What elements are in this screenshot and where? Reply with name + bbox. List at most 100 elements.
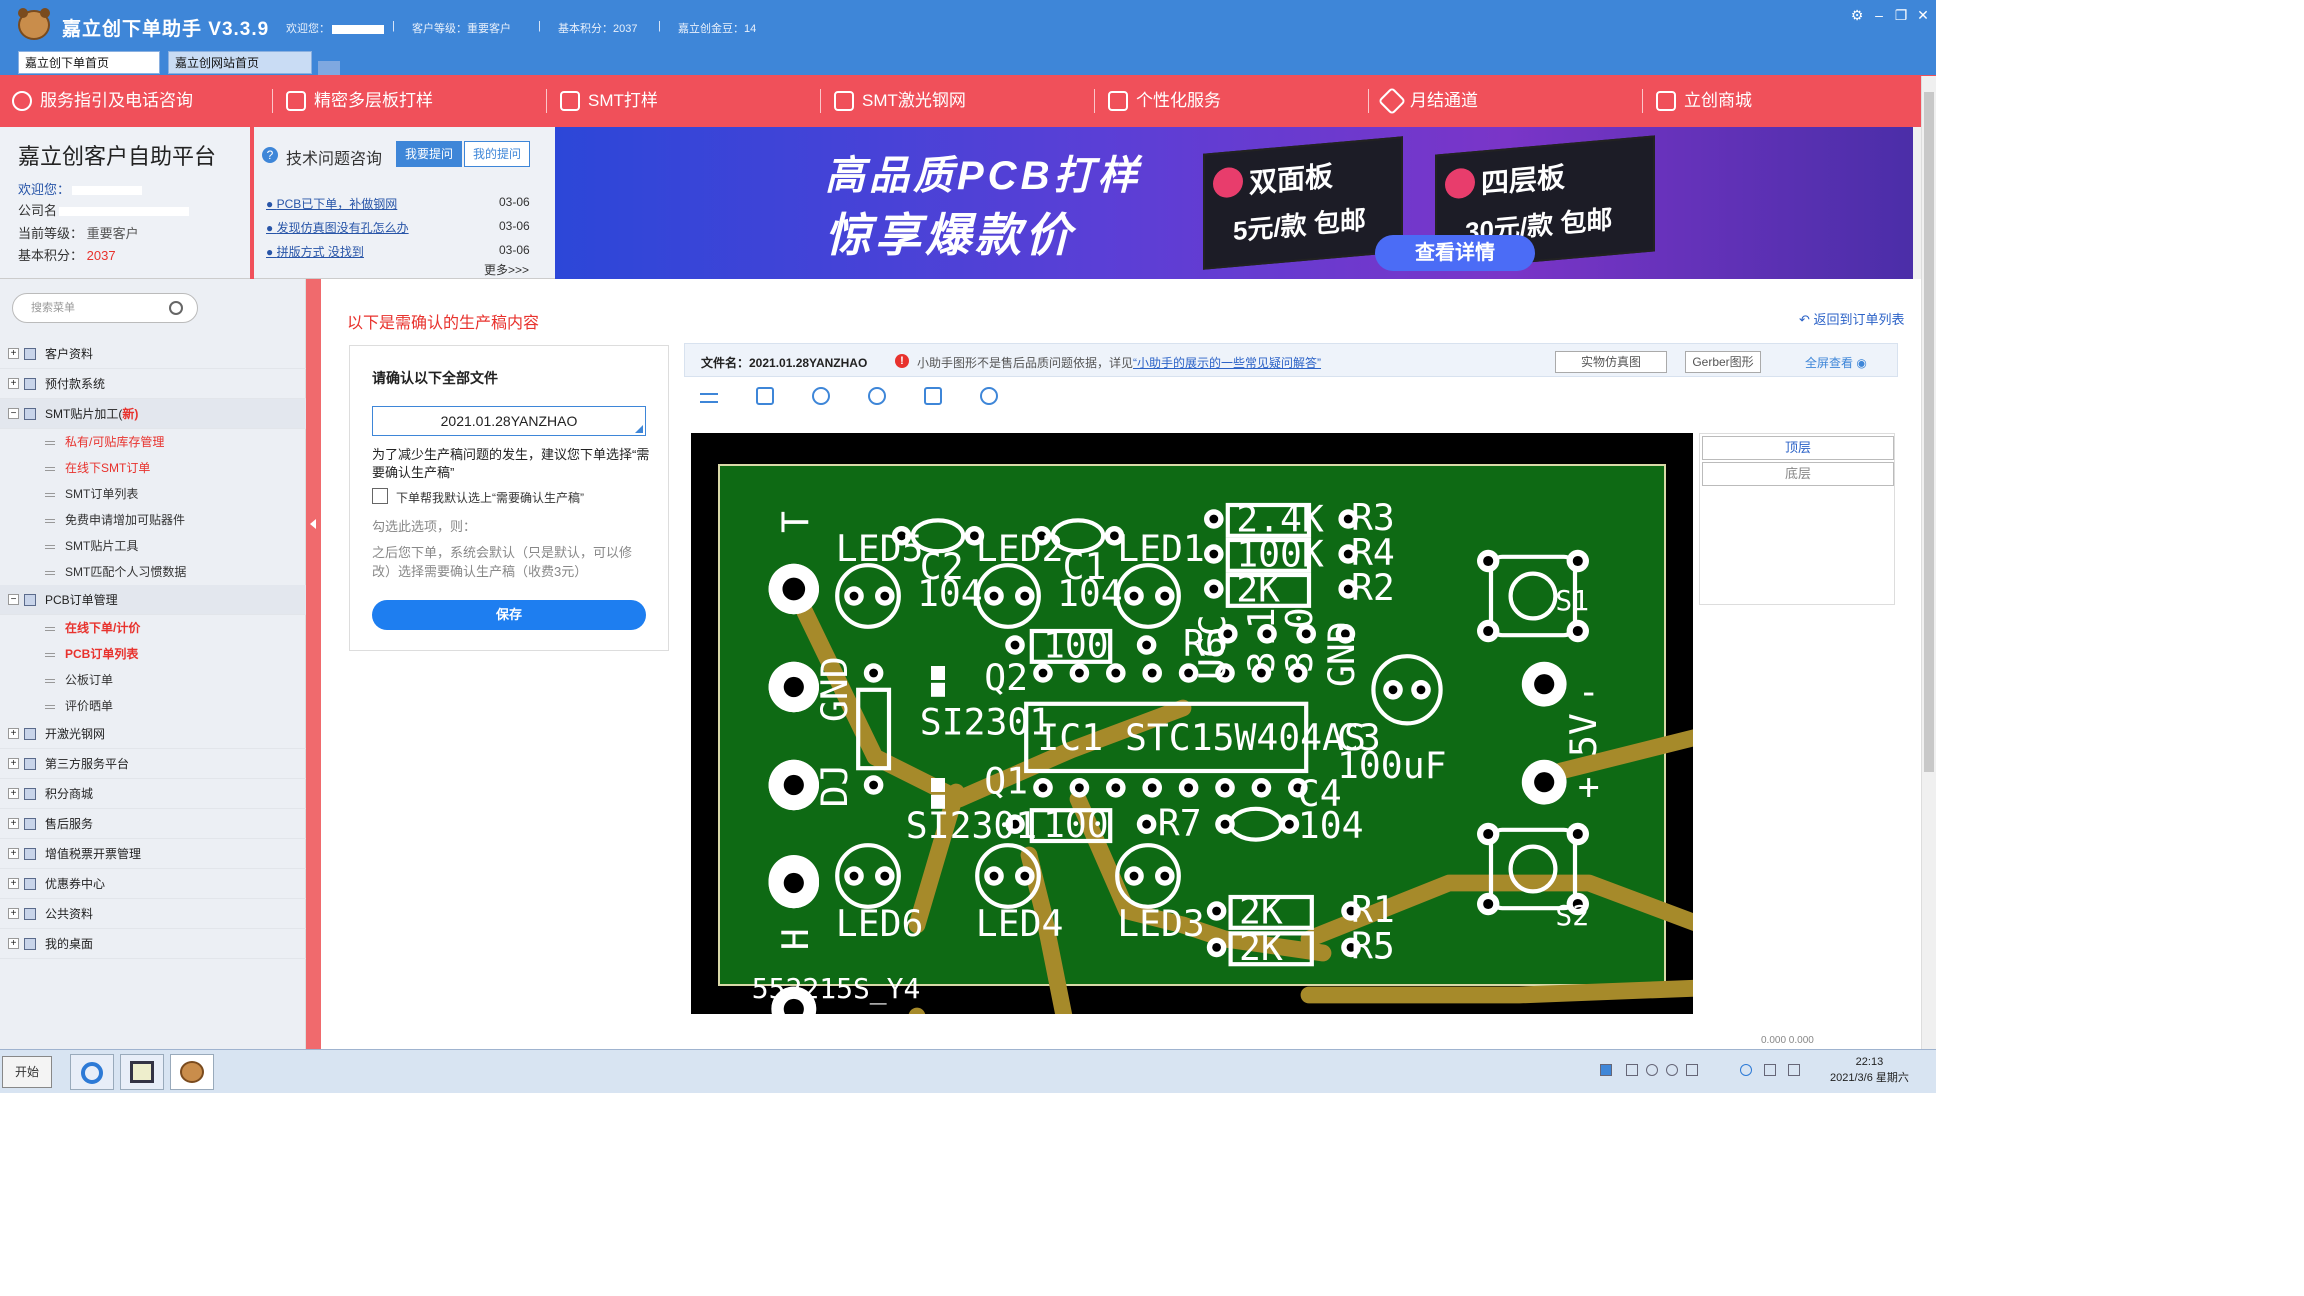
pcb-preview[interactable]: 2.4K 100K 2K 2K 2K 100 100 LED5 LED2 LED1 LED6 LED4… bbox=[691, 433, 1936, 1093]
nav-multilayer[interactable]: 精密多层板打样 bbox=[284, 75, 433, 127]
bear-app-icon[interactable] bbox=[170, 1054, 214, 1090]
tray-icon[interactable] bbox=[1686, 1064, 1698, 1076]
sidebar-group[interactable]: + 积分商城 bbox=[0, 779, 306, 809]
sidebar-group[interactable]: + 增值税票开票管理 bbox=[0, 839, 306, 869]
nav-stencil[interactable]: SMT激光钢网 bbox=[832, 75, 966, 127]
nav-monthly[interactable]: 月结通道 bbox=[1377, 75, 1478, 127]
restore-icon[interactable]: ❐ bbox=[1892, 6, 1910, 24]
expand-icon[interactable]: + bbox=[8, 878, 19, 889]
banner-details-button[interactable]: 查看详情 bbox=[1375, 235, 1535, 271]
zoom-out-icon[interactable] bbox=[868, 387, 886, 405]
promo-banner[interactable]: 高品质PCB打样 惊享爆款价 双面板 5元/款 包邮 四层板 30元/款 包邮 查看… bbox=[555, 127, 1913, 279]
nav-service-guide[interactable]: 服务指引及电话咨询 bbox=[10, 75, 193, 127]
sidebar-subitem[interactable]: 在线下单/计价 bbox=[0, 615, 306, 641]
faq-link[interactable]: ● 拼版方式 没找到 bbox=[266, 243, 364, 260]
pcb-label: 104 bbox=[1298, 804, 1364, 847]
pcb-drill bbox=[1284, 819, 1294, 829]
home-icon[interactable] bbox=[756, 387, 774, 405]
sidebar-group[interactable]: + 公共资料 bbox=[0, 899, 306, 929]
network-icon[interactable] bbox=[1740, 1064, 1752, 1076]
search-icon[interactable] bbox=[169, 301, 183, 315]
scrollbar-thumb[interactable] bbox=[1924, 92, 1934, 772]
tray-icon[interactable] bbox=[1646, 1064, 1658, 1076]
fullscreen-button[interactable]: 全屏查看 ◉ bbox=[1805, 354, 1867, 371]
tray-icon[interactable] bbox=[1626, 1064, 1638, 1076]
checkbox-label[interactable]: 下单帮我默认选上“需要确认生产稿” bbox=[396, 489, 584, 506]
close-icon[interactable]: ✕ bbox=[1914, 6, 1932, 24]
expand-icon[interactable]: + bbox=[8, 348, 19, 359]
real-sim-button[interactable]: 实物仿真图 bbox=[1555, 351, 1667, 373]
sidebar-group[interactable]: + 客户资料 bbox=[0, 339, 306, 369]
tab-site-home[interactable]: 嘉立创网站首页 bbox=[168, 51, 312, 74]
ie-icon[interactable] bbox=[70, 1054, 114, 1090]
sidebar-group[interactable]: + 我的桌面 bbox=[0, 929, 306, 959]
nav-custom[interactable]: 个性化服务 bbox=[1106, 75, 1221, 127]
confirm-heading: 请确认以下全部文件 bbox=[372, 370, 498, 386]
start-button[interactable]: 开始 bbox=[2, 1056, 52, 1088]
faq-answer-link[interactable]: “小助手的展示的一些常见疑问解答” bbox=[1133, 356, 1321, 370]
sidebar-group[interactable]: + 第三方服务平台 bbox=[0, 749, 306, 779]
collapse-icon[interactable]: − bbox=[8, 594, 19, 605]
sidebar-group[interactable]: + 售后服务 bbox=[0, 809, 306, 839]
expand-icon[interactable]: + bbox=[8, 788, 19, 799]
sub-item-icon bbox=[45, 493, 55, 497]
minimize-icon[interactable]: – bbox=[1870, 6, 1888, 24]
faq-link[interactable]: ● 发现仿真图没有孔怎么办 bbox=[266, 219, 409, 236]
vertical-scrollbar[interactable] bbox=[1921, 76, 1936, 1049]
sidebar-group[interactable]: + 预付款系统 bbox=[0, 369, 306, 399]
collapse-icon[interactable]: − bbox=[8, 408, 19, 419]
nav-smt[interactable]: SMT打样 bbox=[558, 75, 658, 127]
new-tab-button[interactable] bbox=[318, 61, 340, 75]
clock[interactable]: 22:13 2021/3/6 星期六 bbox=[1830, 1054, 1909, 1086]
back-to-orders-link[interactable]: ↶ 返回到订单列表 bbox=[1799, 309, 1905, 328]
sidebar-subitem[interactable]: PCB订单列表 bbox=[0, 641, 306, 667]
sidebar-subitem[interactable]: SMT订单列表 bbox=[0, 481, 306, 507]
my-questions-button[interactable]: 我的提问 bbox=[464, 141, 530, 167]
layer-top-button[interactable]: 顶层 bbox=[1702, 436, 1894, 460]
expand-icon[interactable]: + bbox=[8, 818, 19, 829]
sidebar-group[interactable]: + 开激光钢网 bbox=[0, 719, 306, 749]
expand-icon[interactable]: + bbox=[8, 728, 19, 739]
monitor-app-icon[interactable] bbox=[120, 1054, 164, 1090]
pcb-board-svg[interactable]: 2.4K100K2K2K2K100100LED5 LED2 LED1LED6 LED4… bbox=[691, 433, 1936, 1093]
rotate-icon[interactable] bbox=[980, 387, 998, 405]
sidebar-subitem[interactable]: 公板订单 bbox=[0, 667, 306, 693]
nav-mall[interactable]: 立创商城 bbox=[1654, 75, 1752, 127]
gerber-button[interactable]: Gerber图形 bbox=[1685, 351, 1761, 373]
sidebar-group[interactable]: − SMT贴片加工(新) bbox=[0, 399, 306, 429]
sidebar-subitem[interactable]: SMT匹配个人习惯数据 bbox=[0, 559, 306, 585]
sidebar-collapse-handle[interactable] bbox=[306, 279, 321, 1049]
volume-icon[interactable] bbox=[1764, 1064, 1776, 1076]
pcb-drill bbox=[783, 872, 804, 894]
faq-link[interactable]: ● PCB已下单，补做钢网 bbox=[266, 195, 397, 212]
menu-search-input[interactable]: 搜索菜单 bbox=[12, 293, 198, 323]
save-button[interactable]: 保存 bbox=[372, 600, 646, 630]
more-link[interactable]: 更多>>> bbox=[484, 261, 529, 278]
sidebar-subitem[interactable]: 私有/可贴库存管理 bbox=[0, 429, 306, 455]
gear-icon[interactable]: ⚙ bbox=[1848, 6, 1866, 24]
sidebar-subitem[interactable]: SMT贴片工具 bbox=[0, 533, 306, 559]
copy-icon[interactable] bbox=[924, 387, 942, 405]
zoom-in-icon[interactable] bbox=[812, 387, 830, 405]
ime-icon[interactable] bbox=[1600, 1064, 1612, 1076]
signal-icon[interactable] bbox=[1788, 1064, 1800, 1076]
layer-bottom-button[interactable]: 底层 bbox=[1702, 462, 1894, 486]
pcb-drill bbox=[1572, 555, 1583, 567]
settings-tray-icon[interactable] bbox=[1666, 1064, 1678, 1076]
expand-icon[interactable]: + bbox=[8, 908, 19, 919]
sidebar-subitem[interactable]: 评价晒单 bbox=[0, 693, 306, 719]
tab-order-home[interactable]: 嘉立创下单首页 bbox=[18, 51, 160, 74]
company-label: 公司名 bbox=[18, 200, 190, 219]
sidebar-subitem[interactable]: 免费申请增加可贴器件 bbox=[0, 507, 306, 533]
sidebar-group[interactable]: − PCB订单管理 bbox=[0, 585, 306, 615]
expand-icon[interactable]: + bbox=[8, 848, 19, 859]
expand-icon[interactable]: + bbox=[8, 938, 19, 949]
sidebar-group[interactable]: + 优惠券中心 bbox=[0, 869, 306, 899]
expand-icon[interactable]: + bbox=[8, 378, 19, 389]
file-select[interactable]: 2021.01.28YANZHAO bbox=[372, 406, 646, 436]
sidebar-subitem[interactable]: 在线下SMT订单 bbox=[0, 455, 306, 481]
default-confirm-checkbox[interactable] bbox=[372, 488, 388, 504]
ask-question-button[interactable]: 我要提问 bbox=[396, 141, 462, 167]
measure-icon[interactable] bbox=[700, 393, 718, 403]
expand-icon[interactable]: + bbox=[8, 758, 19, 769]
